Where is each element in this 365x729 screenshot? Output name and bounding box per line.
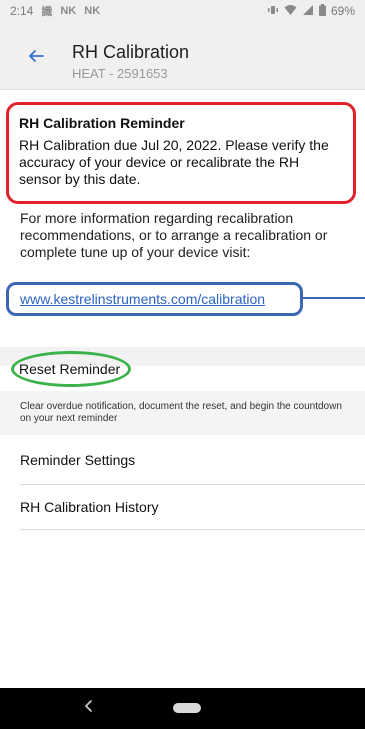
rh-calibration-history-item[interactable]: RH Calibration History: [20, 485, 365, 529]
battery-level: 69%: [330, 4, 355, 18]
battery-icon: [318, 3, 326, 19]
calibration-link[interactable]: www.kestrelinstruments.com/calibration: [20, 291, 265, 307]
signal-icon: [302, 4, 314, 19]
recalibration-info-text: For more information regarding recalibra…: [20, 210, 328, 260]
nav-home-pill[interactable]: [173, 703, 201, 713]
notification-icon: 識: [41, 6, 53, 18]
reminder-body: RH Calibration due Jul 20, 2022. Please …: [19, 137, 329, 187]
reminder-settings-item[interactable]: Reminder Settings: [20, 438, 365, 482]
wifi-icon: [284, 4, 297, 19]
app-header: RH Calibration HEAT - 2591653: [0, 22, 365, 90]
menu-divider: [20, 529, 365, 530]
nk-icon: NK: [60, 5, 77, 17]
reset-description: Clear overdue notification, document the…: [20, 401, 342, 424]
status-bar: 2:14 識 NK NK 69%: [0, 0, 365, 22]
vibrate-icon: [267, 4, 279, 19]
calibration-reminder-card: RH Calibration Reminder RH Calibration d…: [6, 102, 356, 204]
reminder-title: RH Calibration Reminder: [19, 115, 185, 131]
nk-icon: NK: [84, 5, 101, 17]
page-title: RH Calibration: [72, 42, 190, 62]
link-callout-line: [303, 297, 365, 299]
reset-reminder-button[interactable]: Reset Reminder: [19, 361, 120, 377]
device-subtitle: HEAT - 2591653: [72, 66, 168, 81]
arrow-left-icon: [28, 48, 44, 69]
system-navigation-bar: [0, 688, 365, 729]
chevron-left-icon: [84, 699, 94, 718]
status-time: 2:14: [10, 4, 34, 18]
nav-back-button[interactable]: [80, 696, 98, 720]
back-button[interactable]: [22, 44, 50, 72]
